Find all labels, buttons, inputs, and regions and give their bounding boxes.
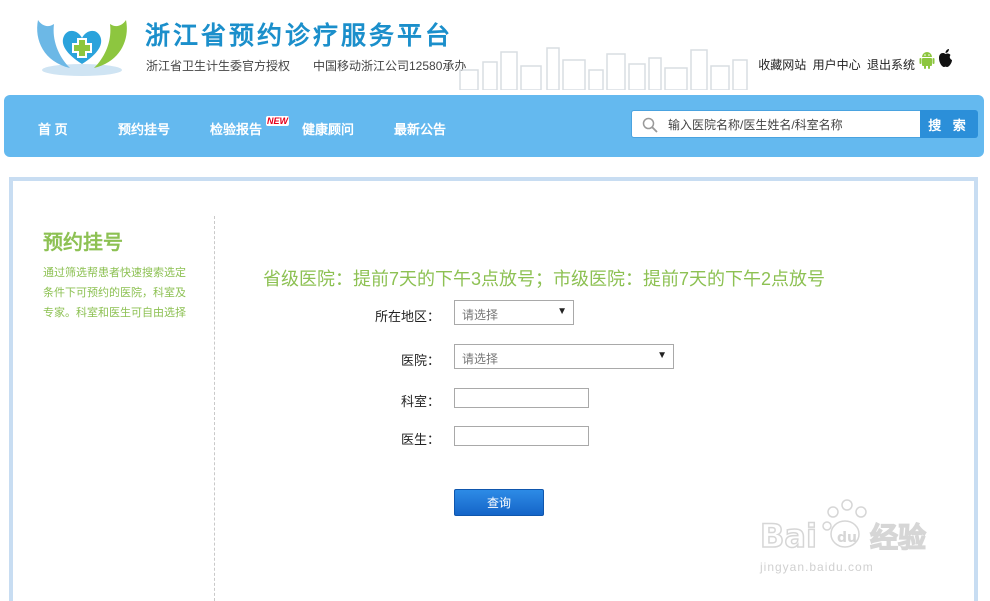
authorization-text: 浙江省卫生计生委官方授权 bbox=[146, 59, 291, 73]
nav-item-lab-report[interactable]: 检验报告 NEW bbox=[210, 116, 289, 138]
search-button[interactable]: 搜 索 bbox=[920, 110, 978, 138]
bookmark-link[interactable]: 收藏网站 bbox=[758, 58, 806, 72]
chevron-down-icon: ▼ bbox=[557, 306, 567, 317]
hands-heart-logo-icon bbox=[37, 20, 127, 76]
apple-icon[interactable] bbox=[937, 48, 954, 68]
hospital-select[interactable]: 请选择 ▼ bbox=[454, 344, 674, 369]
region-label: 所在地区： bbox=[374, 309, 440, 324]
svg-text:经验: 经验 bbox=[870, 521, 926, 554]
logout-link[interactable]: 退出系统 bbox=[867, 58, 915, 72]
region-select-value: 请选择 bbox=[462, 308, 499, 322]
operator-text: 中国移动浙江公司12580承办 bbox=[313, 59, 467, 73]
nav-item-health-advisor[interactable]: 健康顾问 bbox=[302, 119, 354, 138]
hospital-select-value: 请选择 bbox=[462, 352, 499, 366]
android-icon[interactable] bbox=[919, 50, 935, 70]
main-nav: 首 页 预约挂号 检验报告 NEW 健康顾问 最新公告 搜 索 bbox=[4, 95, 984, 157]
new-badge: NEW bbox=[266, 116, 289, 126]
watermark-url: jingyan.baidu.com bbox=[760, 560, 874, 574]
search-icon bbox=[642, 117, 658, 133]
nav-item-home[interactable]: 首 页 bbox=[38, 119, 68, 138]
release-time-notice: 省级医院：提前7天的下午3点放号；市级医院：提前7天的下午2点放号 bbox=[263, 269, 826, 289]
site-header: 浙江省预约诊疗服务平台 浙江省卫生计生委官方授权 中国移动浙江公司12580承办… bbox=[0, 0, 990, 92]
sidebar-title: 预约挂号 bbox=[43, 232, 123, 254]
search-input[interactable] bbox=[668, 115, 913, 135]
city-skyline-decoration bbox=[459, 47, 748, 90]
site-title: 浙江省预约诊疗服务平台 bbox=[145, 21, 454, 50]
doctor-label: 医生： bbox=[400, 432, 440, 447]
sidebar-description: 通过筛选帮患者快速搜索选定条件下可预约的医院，科室及专家。科室和医生可自由选择 bbox=[43, 267, 186, 319]
nav-item-appointment[interactable]: 预约挂号 bbox=[118, 119, 170, 138]
department-input[interactable] bbox=[454, 388, 589, 408]
query-button[interactable]: 查询 bbox=[454, 489, 544, 516]
department-label: 科室： bbox=[400, 394, 440, 409]
doctor-input[interactable] bbox=[454, 426, 589, 446]
region-select[interactable]: 请选择 ▼ bbox=[454, 300, 574, 325]
header-links: 收藏网站 用户中心 退出系统 bbox=[755, 56, 915, 73]
vertical-divider bbox=[214, 216, 215, 601]
chevron-down-icon: ▼ bbox=[657, 350, 667, 361]
hospital-label: 医院： bbox=[400, 353, 440, 368]
user-center-link[interactable]: 用户中心 bbox=[813, 58, 861, 72]
svg-text:du: du bbox=[837, 530, 857, 546]
nav-item-announcements[interactable]: 最新公告 bbox=[394, 119, 446, 138]
nav-item-lab-report-label: 检验报告 bbox=[210, 122, 263, 137]
search-box bbox=[631, 110, 921, 138]
svg-text:Bai: Bai bbox=[760, 517, 817, 555]
